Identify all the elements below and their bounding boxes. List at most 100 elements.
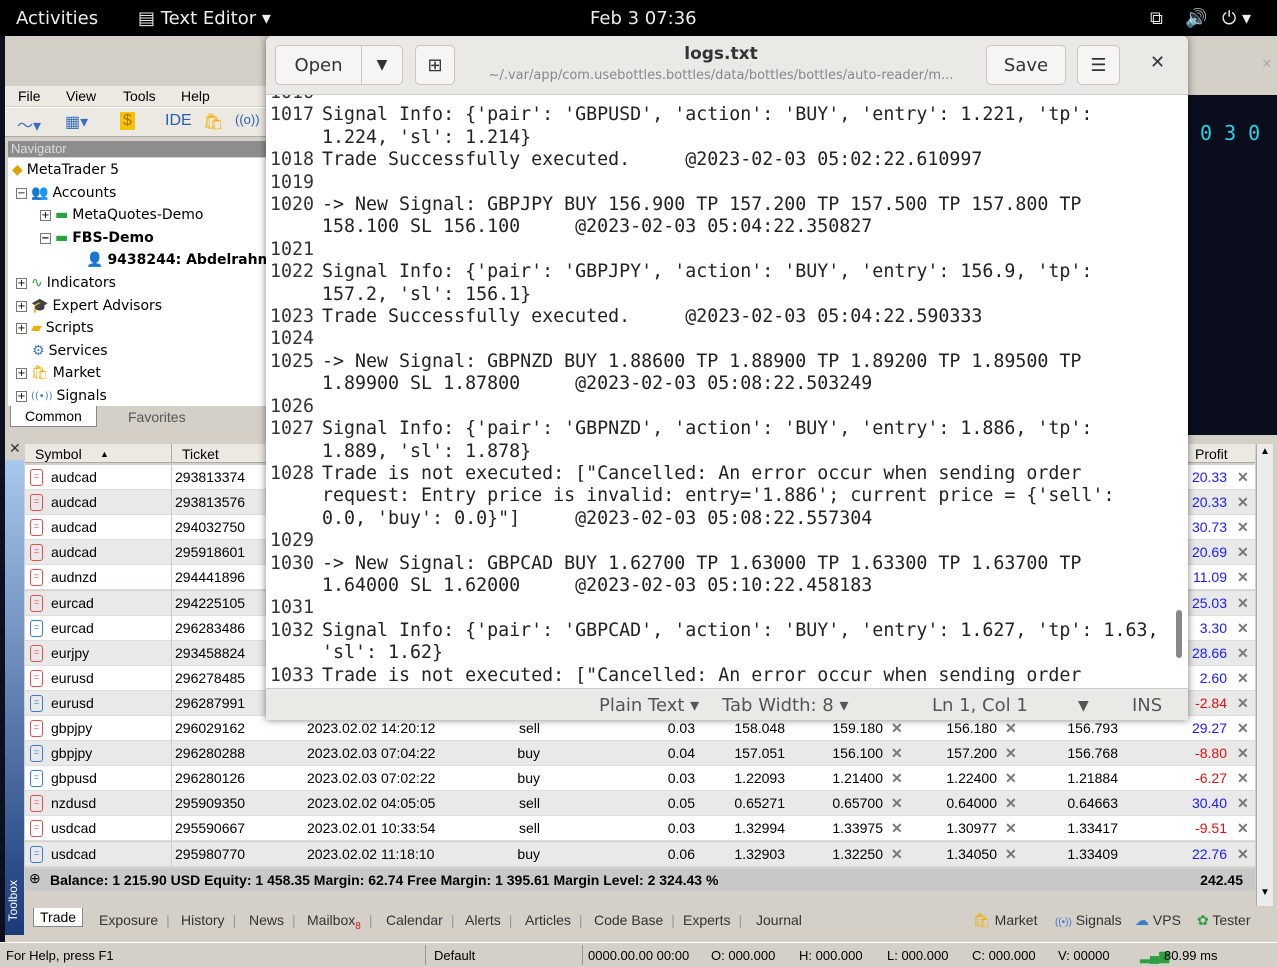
tab-market[interactable]: 🛍 Market	[973, 912, 1037, 929]
expand-icon[interactable]: +	[40, 209, 51, 221]
activities-button[interactable]: Activities	[16, 8, 98, 29]
expand-icon[interactable]: +	[16, 390, 27, 402]
app-menu[interactable]: ▤ Text Editor ▾	[138, 8, 271, 29]
market-bag-icon[interactable]: 🛍	[203, 112, 223, 132]
trade-row[interactable]: = gbpjpy 296280288 2023.02.03 07:04:22 buy 0.…	[25, 741, 1255, 767]
signals-icon[interactable]: ((o))	[235, 112, 260, 127]
nav-services[interactable]: ⚙ Services	[32, 343, 108, 359]
chart-template-icon[interactable]: ▦▾	[65, 112, 88, 132]
remove-sl-icon[interactable]: ✕	[891, 745, 903, 762]
close-position-icon[interactable]: ✕	[1237, 846, 1249, 863]
nav-scripts[interactable]: + ▰ Scripts	[16, 320, 94, 336]
network-icon[interactable]: ⧉	[1150, 8, 1163, 29]
remove-tp-icon[interactable]: ✕	[1005, 720, 1017, 737]
nav-expert-advisors[interactable]: + 🎓 Expert Advisors	[16, 298, 162, 314]
ide-button[interactable]: IDE	[165, 112, 192, 130]
dollar-icon[interactable]: $	[120, 112, 135, 130]
menu-button[interactable]: ☰	[1077, 45, 1120, 85]
collapse-icon[interactable]: −	[40, 232, 51, 244]
remove-tp-icon[interactable]: ✕	[1005, 846, 1017, 863]
editor-text-area[interactable]: 10161017 Signal Info: {'pair': 'GBPUSD', …	[266, 95, 1172, 688]
remove-sl-icon[interactable]: ✕	[891, 795, 903, 812]
nav-account-9438244[interactable]: 👤9438244: Abdelrahman	[86, 252, 266, 268]
new-tab-button[interactable]: ⊞	[415, 45, 455, 85]
nav-metatrader5[interactable]: ◆ MetaTrader 5	[12, 162, 119, 178]
tab-experts[interactable]: Experts |	[683, 912, 742, 928]
tab-articles[interactable]: Articles |	[525, 912, 583, 928]
close-position-icon[interactable]: ✕	[1237, 745, 1249, 762]
remove-tp-icon[interactable]: ✕	[1005, 745, 1017, 762]
trade-row[interactable]: = usdcad 295980770 2023.02.02 11:18:10 buy 0.…	[25, 841, 1255, 867]
col-profit[interactable]: Profit	[1195, 446, 1228, 462]
tab-history[interactable]: History |	[181, 912, 236, 928]
close-position-icon[interactable]: ✕	[1237, 494, 1249, 511]
editor-scrollbar[interactable]	[1176, 610, 1182, 658]
trade-row[interactable]: = gbpusd 296280126 2023.02.03 07:02:22 buy 0.…	[25, 766, 1255, 792]
remove-tp-icon[interactable]: ✕	[1005, 795, 1017, 812]
remove-tp-icon[interactable]: ✕	[1005, 770, 1017, 787]
nav-signals[interactable]: + ((•)) Signals	[16, 388, 107, 404]
cursor-position[interactable]: Ln 1, Col 1	[932, 695, 1028, 716]
close-position-icon[interactable]: ✕	[1237, 620, 1249, 637]
close-position-icon[interactable]: ✕	[1237, 544, 1249, 561]
close-chart-icon[interactable]: ✕	[1262, 53, 1272, 72]
expand-circle-icon[interactable]: ⊕	[29, 870, 41, 887]
remove-sl-icon[interactable]: ✕	[891, 846, 903, 863]
close-position-icon[interactable]: ✕	[1237, 695, 1249, 712]
nav-indicators[interactable]: + ∿ Indicators	[16, 275, 116, 291]
nav-market[interactable]: + 🛍 Market	[16, 365, 101, 381]
menu-help[interactable]: Help	[181, 88, 210, 104]
remove-sl-icon[interactable]: ✕	[891, 770, 903, 787]
table-scrollbar[interactable]: ▲ ▼	[1256, 444, 1273, 906]
close-position-icon[interactable]: ✕	[1237, 670, 1249, 687]
trade-row[interactable]: = usdcad 295590667 2023.02.01 10:33:54 sell 0…	[25, 816, 1255, 842]
volume-icon[interactable]: 🔊	[1185, 8, 1207, 29]
remove-sl-icon[interactable]: ✕	[891, 820, 903, 837]
expand-icon[interactable]: +	[16, 367, 27, 379]
language-selector[interactable]: Plain Text ▾	[599, 695, 699, 716]
menu-tools[interactable]: Tools	[123, 88, 156, 104]
clock[interactable]: Feb 3 07:36	[590, 8, 697, 29]
close-position-icon[interactable]: ✕	[1237, 795, 1249, 812]
col-symbol[interactable]: Symbol	[35, 446, 82, 462]
tab-vps[interactable]: ☁ VPS	[1135, 912, 1181, 929]
tab-trade[interactable]: Trade	[33, 908, 84, 927]
tab-alerts[interactable]: Alerts |	[465, 912, 512, 928]
nav-accounts[interactable]: − 👥 Accounts	[16, 185, 116, 201]
open-dropdown-button[interactable]: ▼	[361, 45, 403, 85]
col-ticket[interactable]: Ticket	[182, 446, 219, 462]
remove-tp-icon[interactable]: ✕	[1005, 820, 1017, 837]
close-window-button[interactable]: ✕	[1150, 52, 1165, 73]
remove-sl-icon[interactable]: ✕	[891, 720, 903, 737]
position-dropdown-icon[interactable]: ▼	[1078, 698, 1089, 714]
tab-journal[interactable]: Journal	[756, 912, 802, 928]
tab-width-selector[interactable]: Tab Width: 8 ▾	[722, 695, 848, 716]
tab-signals[interactable]: ((•)) Signals	[1055, 912, 1122, 928]
tab-common[interactable]: Common	[10, 406, 97, 427]
expand-icon[interactable]: +	[16, 277, 27, 289]
power-icon[interactable]: ⏻ ▾	[1222, 8, 1251, 29]
chart-area[interactable]: 0 3 0 ✕	[1180, 53, 1277, 435]
trade-row[interactable]: = nzdusd 295909350 2023.02.02 04:05:05 sell 0…	[25, 791, 1255, 817]
tab-favorites[interactable]: Favorites	[128, 409, 186, 425]
expand-icon[interactable]: +	[16, 322, 27, 334]
close-toolbox-icon[interactable]: ✕	[9, 440, 21, 457]
close-position-icon[interactable]: ✕	[1237, 569, 1249, 586]
close-position-icon[interactable]: ✕	[1237, 820, 1249, 837]
close-position-icon[interactable]: ✕	[1237, 720, 1249, 737]
line-chart-icon[interactable]: 〜▾	[17, 112, 41, 136]
tab-exposure[interactable]: Exposure |	[99, 912, 170, 928]
close-position-icon[interactable]: ✕	[1237, 519, 1249, 536]
open-button[interactable]: Open	[275, 45, 362, 85]
nav-metaquotes-demo[interactable]: + ▬ MetaQuotes-Demo	[40, 207, 204, 223]
tab-calendar[interactable]: Calendar |	[386, 912, 454, 928]
expand-icon[interactable]: +	[16, 300, 27, 312]
close-position-icon[interactable]: ✕	[1237, 595, 1249, 612]
tab-code-base[interactable]: Code Base |	[594, 912, 675, 928]
close-position-icon[interactable]: ✕	[1237, 645, 1249, 662]
menu-view[interactable]: View	[66, 88, 96, 104]
close-position-icon[interactable]: ✕	[1237, 469, 1249, 486]
collapse-icon[interactable]: −	[16, 187, 27, 199]
save-button[interactable]: Save	[986, 45, 1066, 85]
tab-mailbox[interactable]: Mailbox8 |	[307, 912, 372, 932]
